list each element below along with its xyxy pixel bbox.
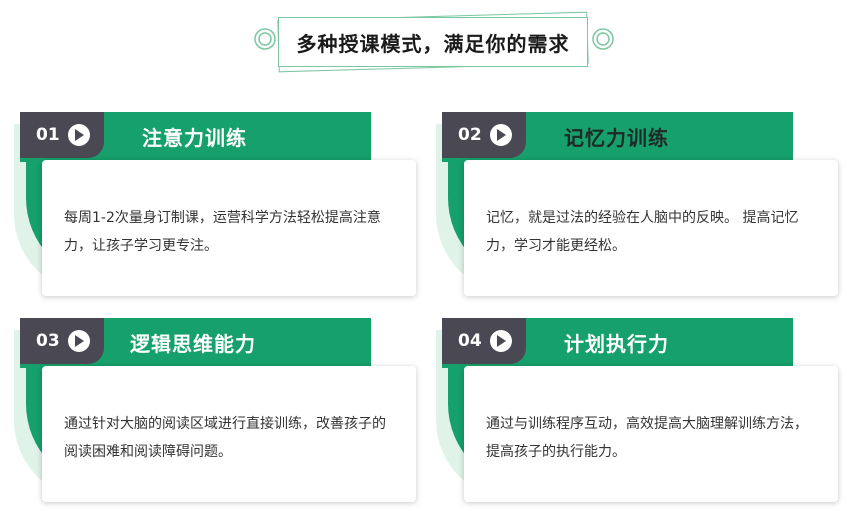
card-number-badge: 04	[442, 318, 526, 364]
card-description: 通过与训练程序互动，高效提高大脑理解训练方法，提高孩子的执行能力。	[486, 416, 808, 460]
course-card-execution[interactable]: 04 计划执行力 通过与训练程序互动，高效提高大脑理解训练方法，提高孩子的执行能…	[436, 318, 838, 508]
play-circle-icon[interactable]	[489, 330, 512, 352]
play-circle-icon[interactable]	[489, 124, 512, 146]
page: 多种授课模式，满足你的需求 01 注意力训练 每周1-2次量身订制课，运营科学方…	[0, 0, 854, 511]
play-circle-icon[interactable]	[67, 330, 90, 352]
card-number-badge: 02	[442, 112, 526, 158]
card-description: 记忆，就是过法的经验在人脑中的反映。 提高记忆力，学习才能更经松。	[486, 210, 799, 254]
ring-ornament-icon	[592, 28, 614, 50]
card-content-box: 每周1-2次量身订制课，运营科学方法轻松提高注意力，让孩子学习更专注。	[42, 160, 416, 296]
card-title: 注意力训练	[142, 126, 247, 150]
card-number-badge: 01	[20, 112, 104, 158]
card-number: 03	[36, 331, 60, 351]
card-number: 01	[36, 125, 60, 145]
title-box: 多种授课模式，满足你的需求	[278, 17, 588, 67]
card-content-box: 记忆，就是过法的经验在人脑中的反映。 提高记忆力，学习才能更经松。	[464, 160, 838, 296]
play-circle-icon[interactable]	[67, 124, 90, 146]
course-card-logic[interactable]: 03 逻辑思维能力 通过针对大脑的阅读区域进行直接训练，改善孩子的阅读困难和阅读…	[14, 318, 416, 508]
ring-ornament-icon	[254, 28, 276, 50]
card-title: 逻辑思维能力	[130, 332, 256, 356]
card-description: 每周1-2次量身订制课，运营科学方法轻松提高注意力，让孩子学习更专注。	[64, 210, 381, 254]
card-title: 记忆力训练	[564, 126, 669, 150]
page-title: 多种授课模式，满足你的需求	[296, 31, 570, 56]
card-content-box: 通过与训练程序互动，高效提高大脑理解训练方法，提高孩子的执行能力。	[464, 366, 838, 502]
card-title: 计划执行力	[564, 332, 669, 356]
card-content-box: 通过针对大脑的阅读区域进行直接训练，改善孩子的阅读困难和阅读障碍问题。	[42, 366, 416, 502]
card-number: 04	[458, 331, 482, 351]
card-description: 通过针对大脑的阅读区域进行直接训练，改善孩子的阅读困难和阅读障碍问题。	[64, 416, 386, 460]
card-number-badge: 03	[20, 318, 104, 364]
card-number: 02	[458, 125, 482, 145]
course-card-memory[interactable]: 02 记忆力训练 记忆，就是过法的经验在人脑中的反映。 提高记忆力，学习才能更经…	[436, 112, 838, 302]
section-title-banner: 多种授课模式，满足你的需求	[254, 8, 614, 73]
course-card-attention[interactable]: 01 注意力训练 每周1-2次量身订制课，运营科学方法轻松提高注意力，让孩子学习…	[14, 112, 416, 302]
